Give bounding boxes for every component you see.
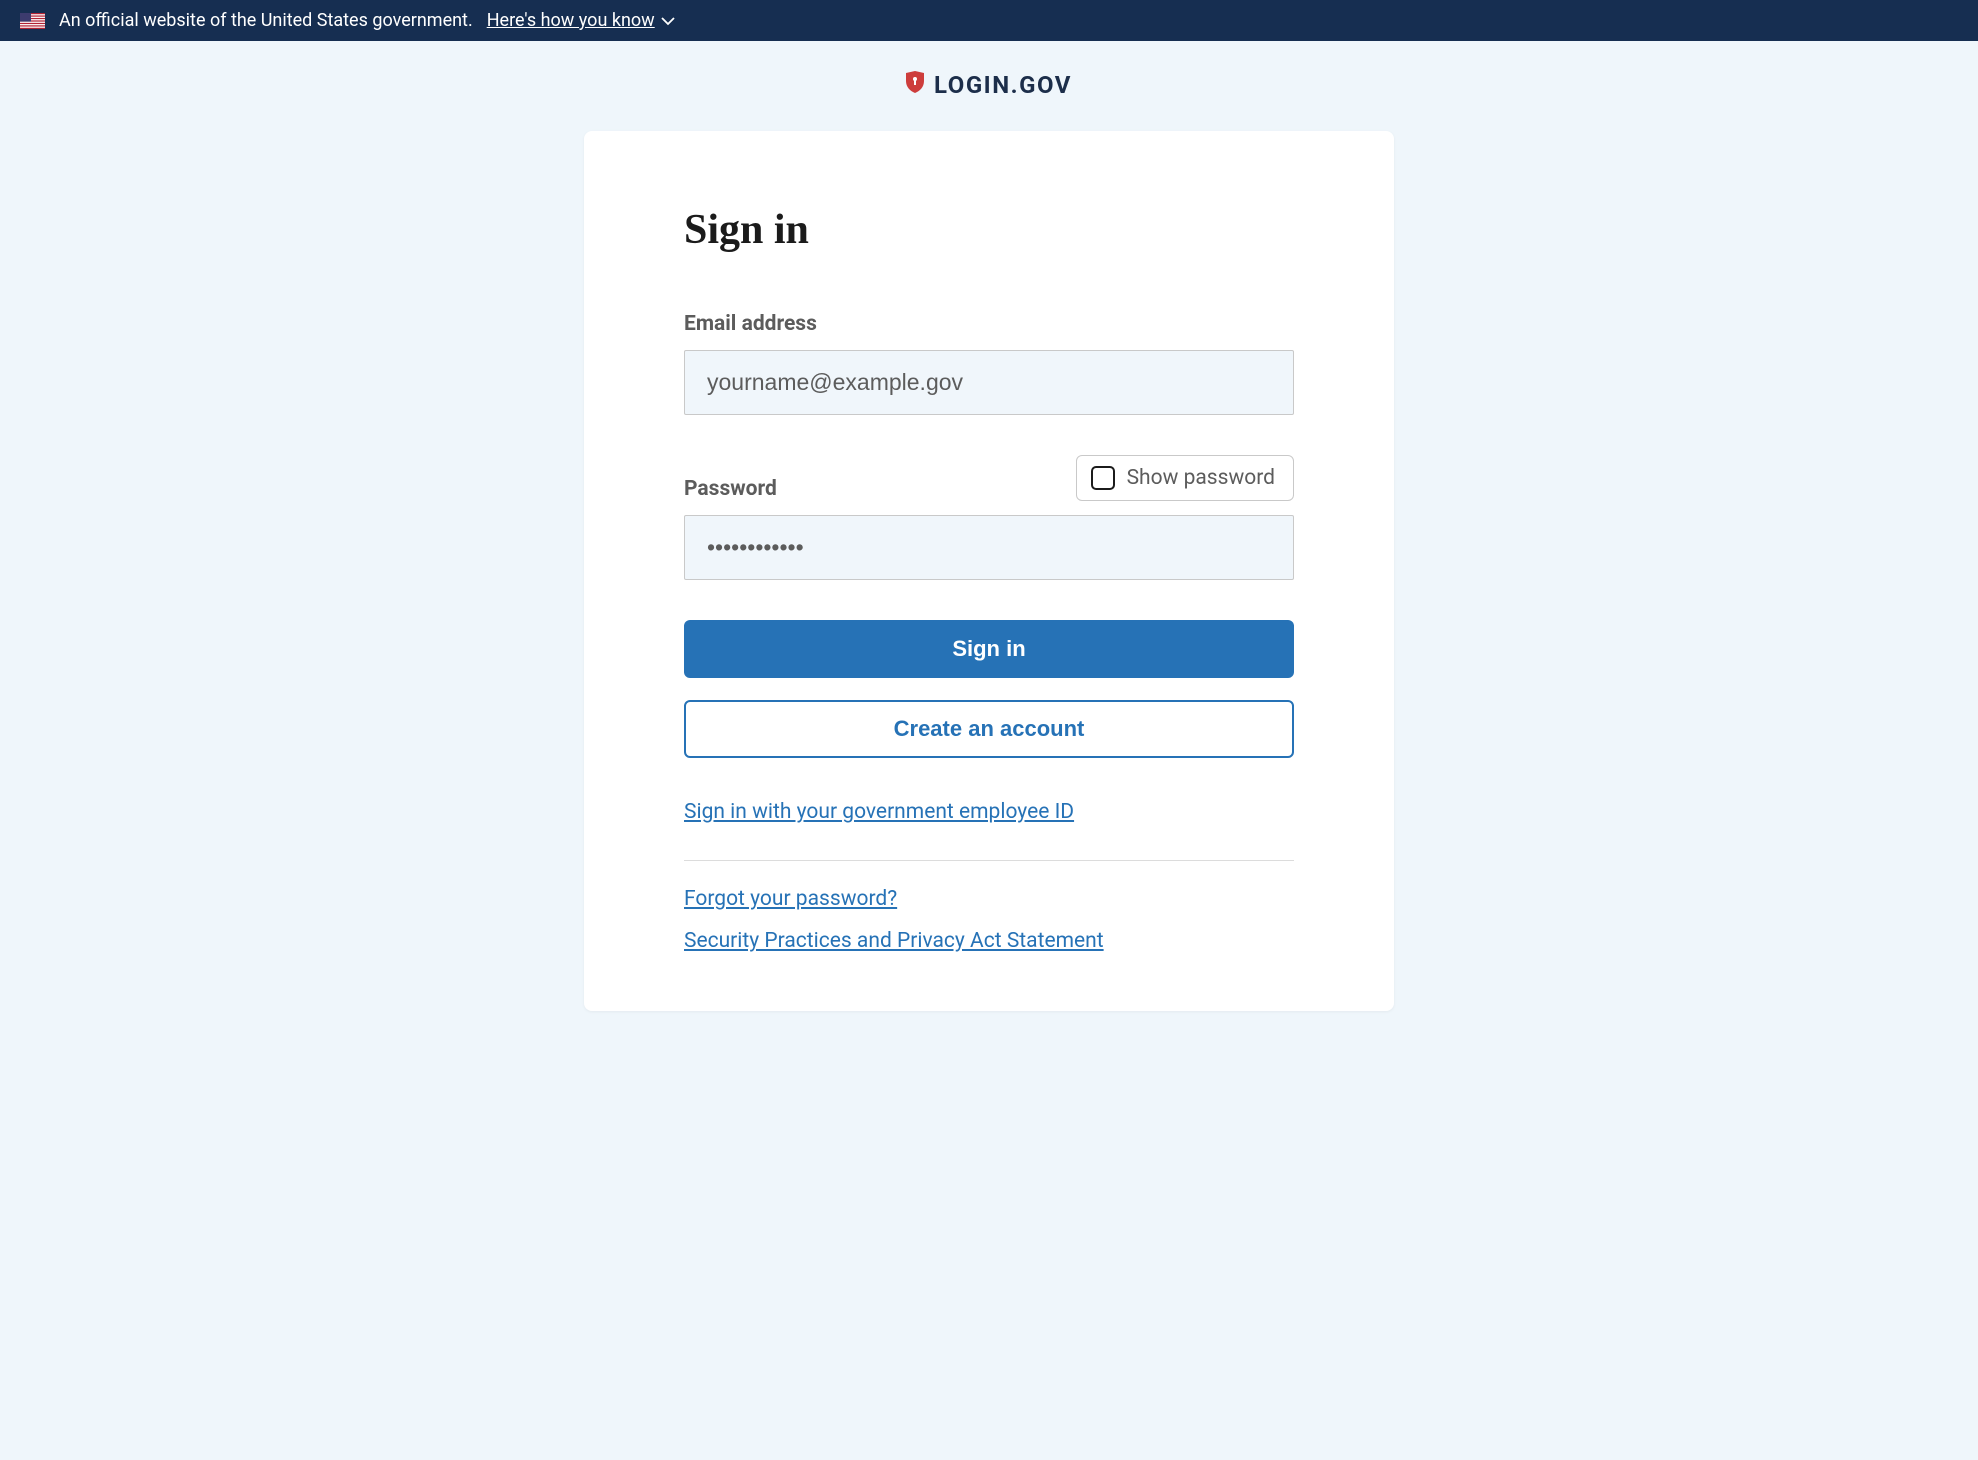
brand-name: LOGIN.GOV (934, 71, 1072, 99)
show-password-toggle[interactable]: Show password (1076, 455, 1294, 501)
show-password-label: Show password (1127, 466, 1275, 490)
email-field-group: Email address (684, 312, 1294, 415)
signin-card: Sign in Email address Password Show pass… (584, 131, 1394, 1011)
security-statement-link[interactable]: Security Practices and Privacy Act State… (684, 929, 1294, 953)
password-label: Password (684, 477, 777, 501)
gov-employee-id-link[interactable]: Sign in with your government employee ID (684, 800, 1074, 824)
divider (684, 860, 1294, 861)
brand-area: LOGIN.GOV (0, 41, 1978, 131)
banner-link-label: Here's how you know (487, 10, 655, 31)
sign-in-button[interactable]: Sign in (684, 620, 1294, 678)
email-input[interactable] (684, 350, 1294, 415)
chevron-down-icon (661, 10, 675, 31)
page-title: Sign in (684, 206, 1294, 254)
create-account-button[interactable]: Create an account (684, 700, 1294, 758)
forgot-password-link[interactable]: Forgot your password? (684, 887, 1294, 911)
password-input[interactable] (684, 515, 1294, 580)
email-label: Email address (684, 312, 1294, 336)
banner-text: An official website of the United States… (59, 10, 473, 31)
show-password-checkbox[interactable] (1091, 466, 1115, 490)
brand-logo: LOGIN.GOV (906, 71, 1072, 99)
us-flag-icon (20, 13, 45, 29)
banner-disclosure-link[interactable]: Here's how you know (487, 10, 675, 31)
gov-banner: An official website of the United States… (0, 0, 1978, 41)
shield-icon (906, 71, 924, 99)
help-links: Forgot your password? Security Practices… (684, 887, 1294, 953)
password-field-group: Password Show password (684, 455, 1294, 580)
